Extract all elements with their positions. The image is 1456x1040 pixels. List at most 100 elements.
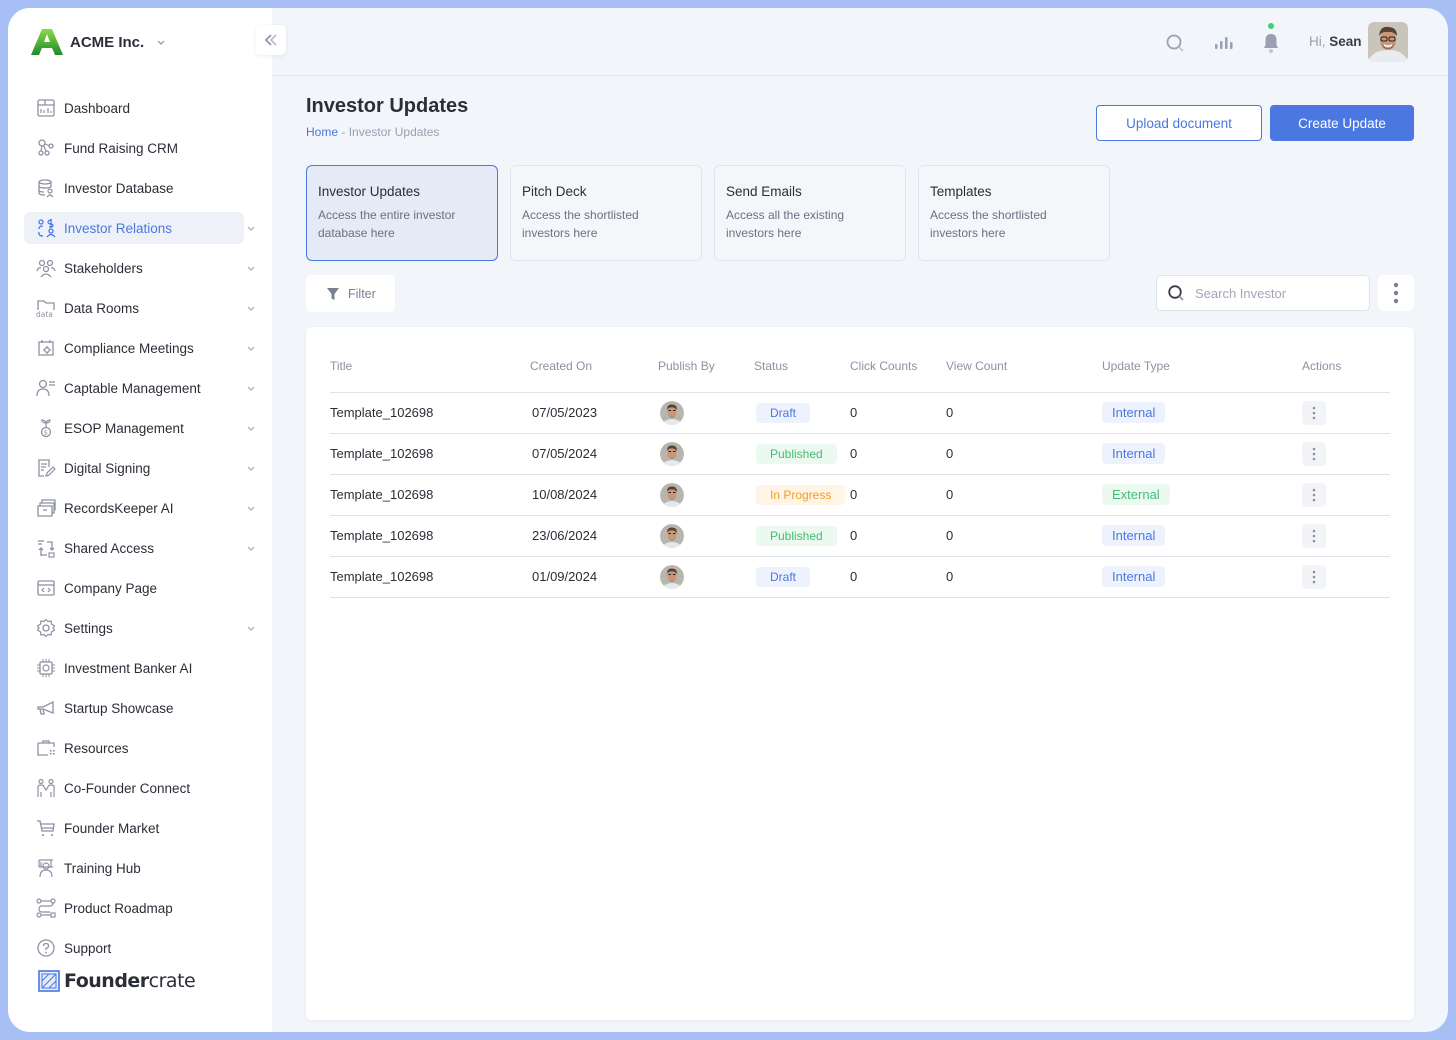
sidebar-item-fund-raising-crm[interactable]: Fund Raising CRM — [24, 132, 264, 164]
sidebar-item-founder-market[interactable]: Founder Market — [24, 812, 264, 844]
chevron-down-icon[interactable] — [246, 383, 256, 393]
sidebar-item-shared-access[interactable]: Shared Access — [24, 532, 264, 564]
sidebar-item-data-rooms[interactable]: data Data Rooms — [24, 292, 264, 324]
gear-icon — [36, 618, 56, 638]
chevron-down-icon[interactable] — [246, 463, 256, 473]
chevron-down-icon[interactable] — [246, 343, 256, 353]
row-actions-button[interactable] — [1302, 400, 1326, 425]
browser-code-icon — [37, 580, 55, 596]
update-type-badge: Internal — [1102, 443, 1166, 464]
sidebar-item-stakeholders[interactable]: Stakeholders — [24, 252, 264, 284]
cell-title[interactable]: Template_102698 — [330, 433, 530, 475]
sidebar-item-dashboard[interactable]: Dashboard — [24, 92, 264, 124]
avatar[interactable] — [660, 400, 684, 425]
sidebar-item-label: Founder Market — [64, 820, 160, 836]
user-greeting: Hi, Sean — [1309, 34, 1362, 49]
foundercrate-logo: Founder crate — [38, 970, 196, 992]
avatar[interactable] — [660, 482, 684, 507]
notification-bell-icon[interactable] — [1260, 22, 1282, 56]
section-tabs: Investor Updates Access the entire invest… — [306, 165, 1122, 261]
sidebar-item-co-founder-connect[interactable]: Co-Founder Connect — [24, 772, 264, 804]
sidebar-item-product-roadmap[interactable]: Product Roadmap — [24, 892, 264, 924]
cell-title[interactable]: Template_102698 — [330, 515, 530, 557]
sidebar-item-investment-banker-ai[interactable]: Investment Banker AI — [24, 652, 264, 684]
sidebar-item-investor-relations[interactable]: Investor Relations — [24, 212, 255, 244]
status-badge: Published — [756, 443, 837, 464]
avatar[interactable] — [660, 523, 684, 548]
sidebar-item-settings[interactable]: Settings — [24, 612, 264, 644]
chevron-down-icon[interactable] — [246, 503, 256, 513]
publisher-avatar-icon — [660, 564, 684, 589]
sidebar-item-company-page[interactable]: Company Page — [24, 572, 264, 604]
cell-click-count: 0 — [850, 433, 946, 475]
chevron-down-icon[interactable] — [246, 263, 256, 273]
tab-pitch-deck[interactable]: Pitch Deck Access the shortlisted investo… — [510, 165, 702, 261]
avatar[interactable] — [660, 441, 684, 466]
breadcrumb-home-link[interactable]: Home — [306, 125, 338, 139]
table-row[interactable]: Template_102698 01/09/2024 Draft 0 0 Internal — [330, 556, 1390, 598]
sidebar-item-esop-management[interactable]: $ ESOP Management — [24, 412, 264, 444]
cell-update-type: Internal — [1102, 515, 1302, 557]
cell-title[interactable]: Template_102698 — [330, 392, 530, 434]
cell-status: Published — [754, 515, 850, 557]
analytics-icon[interactable] — [1212, 32, 1234, 54]
avatar[interactable] — [660, 564, 684, 589]
filter-button[interactable]: Filter — [306, 275, 395, 312]
sidebar-item-support[interactable]: Support — [24, 932, 264, 964]
row-actions-button[interactable] — [1302, 441, 1326, 466]
upload-document-button[interactable]: Upload document — [1096, 105, 1262, 141]
table-row[interactable]: Template_102698 23/06/2024 Published 0 0 Inte… — [330, 515, 1390, 557]
user-avatar[interactable] — [1368, 22, 1408, 62]
update-type-badge: External — [1102, 484, 1170, 505]
tab-title: Send Emails — [726, 184, 802, 199]
sidebar-item-recordskeeper-ai[interactable]: RecordsKeeper AI — [24, 492, 264, 524]
tab-send-emails[interactable]: Send Emails Access all the existing inves… — [714, 165, 906, 261]
vertical-dots-icon — [1312, 447, 1316, 460]
sidebar: ACME Inc. Dashboard Fund Raising CRM Inves… — [8, 8, 272, 1032]
sidebar-nav: Dashboard Fund Raising CRM Investor Databa… — [24, 92, 264, 972]
cell-title[interactable]: Template_102698 — [330, 556, 530, 598]
cell-view-count: 0 — [946, 515, 1102, 557]
chevron-down-icon[interactable] — [246, 623, 256, 633]
sidebar-item-label: Resources — [64, 740, 129, 756]
tab-description: Access the shortlisted investors here — [522, 208, 639, 240]
sidebar-item-training-hub[interactable]: Training Hub — [24, 852, 264, 884]
chevron-down-icon[interactable] — [246, 303, 256, 313]
sidebar-item-label: Compliance Meetings — [64, 340, 194, 356]
search-investor-input[interactable] — [1195, 285, 1355, 301]
column-header-view-count: View Count — [946, 341, 1102, 393]
acme-logo-icon — [31, 29, 63, 55]
collapse-sidebar-button[interactable] — [256, 25, 286, 55]
sidebar-item-label: Support — [64, 940, 112, 956]
table-row[interactable]: Template_102698 10/08/2024 In Progress 0 0 Ex… — [330, 474, 1390, 516]
tab-templates[interactable]: Templates Access the shortlisted investor… — [918, 165, 1110, 261]
sidebar-item-digital-signing[interactable]: Digital Signing — [24, 452, 264, 484]
sidebar-item-compliance-meetings[interactable]: Compliance Meetings — [24, 332, 264, 364]
sidebar-item-investor-database[interactable]: Investor Database — [24, 172, 264, 204]
sidebar-item-label: Fund Raising CRM — [64, 140, 179, 156]
users-icon — [36, 259, 56, 278]
chevron-down-icon[interactable] — [246, 423, 256, 433]
row-actions-button[interactable] — [1302, 564, 1326, 589]
chevron-down-icon[interactable] — [246, 543, 256, 553]
cell-created-on: 01/09/2024 — [530, 556, 658, 598]
search-icon[interactable] — [1164, 32, 1186, 54]
sidebar-item-startup-showcase[interactable]: Startup Showcase — [24, 692, 264, 724]
sidebar-item-resources[interactable]: Resources — [24, 732, 264, 764]
table-row[interactable]: Template_102698 07/05/2023 Draft 0 0 Internal — [330, 392, 1390, 434]
row-actions-button[interactable] — [1302, 523, 1326, 548]
calendar-gear-icon — [38, 340, 54, 356]
sidebar-item-captable-management[interactable]: Captable Management — [24, 372, 264, 404]
table-row[interactable]: Template_102698 07/05/2024 Published 0 0 Inte… — [330, 433, 1390, 475]
more-options-button[interactable] — [1378, 275, 1414, 311]
company-switcher[interactable]: ACME Inc. — [30, 26, 166, 58]
cell-view-count: 0 — [946, 556, 1102, 598]
cell-title[interactable]: Template_102698 — [330, 474, 530, 516]
row-actions-button[interactable] — [1302, 482, 1326, 507]
cell-publish-by — [658, 392, 754, 434]
investor-relations-icon — [38, 219, 56, 238]
chevron-down-icon[interactable] — [246, 223, 256, 233]
sidebar-item-label: Training Hub — [64, 860, 141, 876]
tab-investor-updates[interactable]: Investor Updates Access the entire invest… — [306, 165, 498, 261]
create-update-button[interactable]: Create Update — [1270, 105, 1414, 141]
